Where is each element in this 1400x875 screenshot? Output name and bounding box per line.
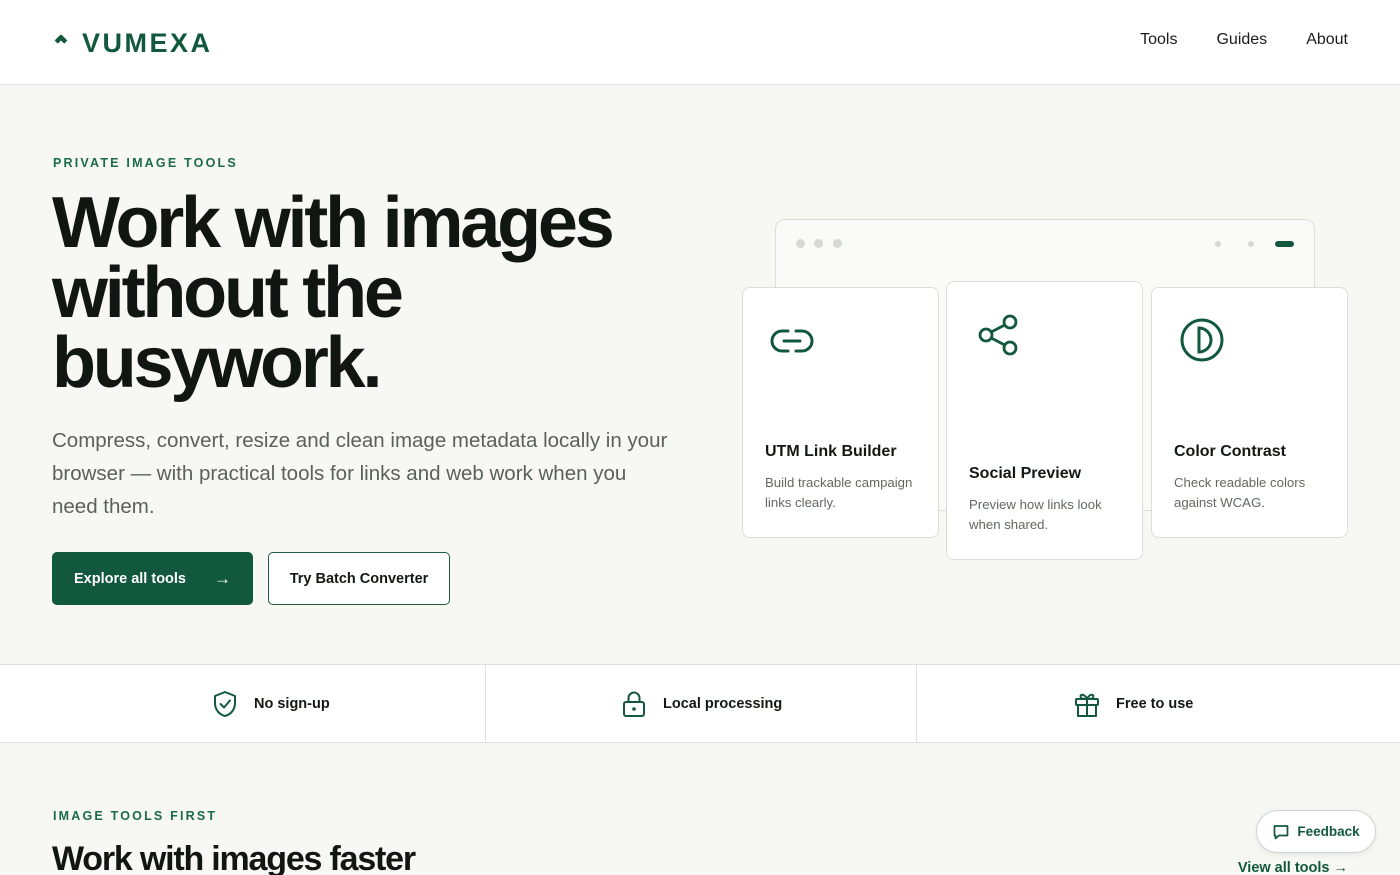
feature-label: No sign-up: [254, 695, 330, 712]
card-description: Check readable colors against WCAG.: [1174, 475, 1306, 510]
divider: [485, 665, 486, 742]
try-batch-converter-button[interactable]: Try Batch Converter: [268, 552, 450, 605]
main-nav: Tools Guides About: [1140, 31, 1348, 49]
gift-icon: [1075, 693, 1099, 717]
section-title: Work with images faster: [52, 840, 416, 875]
card-social-preview[interactable]: Social Preview Preview how links look wh…: [946, 281, 1143, 560]
feature-free-to-use: Free to use: [1074, 665, 1193, 742]
card-title: Social Preview: [969, 465, 1082, 482]
view-all-tools-link[interactable]: View all tools →: [1238, 860, 1348, 875]
carousel-dot-icon[interactable]: [1215, 241, 1221, 247]
diamond-logo-icon: [54, 34, 68, 48]
window-dot-icon: [796, 239, 805, 248]
feature-strip: No sign-up Local processing Free to use: [0, 664, 1400, 743]
nav-item-tools[interactable]: Tools: [1140, 31, 1177, 49]
nav-item-about[interactable]: About: [1306, 31, 1348, 49]
share-icon: [978, 314, 1018, 356]
explore-all-tools-button[interactable]: Explore all tools →: [52, 552, 253, 605]
feature-no-signup: No sign-up: [212, 665, 330, 742]
explore-all-tools-label: Explore all tools: [74, 570, 186, 587]
feedback-button[interactable]: Feedback: [1256, 810, 1376, 853]
contrast-icon: [1180, 318, 1224, 362]
feature-local-processing: Local processing: [621, 665, 782, 742]
carousel-dot-icon[interactable]: [1248, 241, 1254, 247]
shield-check-icon: [214, 690, 236, 717]
logo[interactable]: VUMEXA: [52, 28, 213, 59]
window-dot-icon: [833, 239, 842, 248]
nav-item-guides[interactable]: Guides: [1216, 31, 1267, 49]
card-utm-link-builder[interactable]: UTM Link Builder Build trackable campaig…: [742, 287, 939, 538]
card-title: Color Contrast: [1174, 443, 1286, 460]
card-color-contrast[interactable]: Color Contrast Check readable colors aga…: [1151, 287, 1348, 538]
card-description: Build trackable campaign links clearly.: [765, 475, 913, 510]
section-eyebrow: IMAGE TOOLS FIRST: [53, 809, 218, 823]
try-batch-converter-label: Try Batch Converter: [289, 570, 429, 587]
hero-eyebrow: PRIVATE IMAGE TOOLS: [53, 156, 238, 170]
hero-subtitle: Compress, convert, resize and clean imag…: [52, 429, 668, 518]
chat-icon: [1274, 824, 1289, 839]
arrow-right-icon: →: [214, 568, 231, 588]
feedback-label: Feedback: [1297, 824, 1360, 839]
card-title: UTM Link Builder: [765, 443, 897, 460]
divider: [916, 665, 917, 742]
top-bar: VUMEXA Tools Guides About: [0, 0, 1400, 85]
lock-icon: [623, 691, 645, 717]
feature-label: Local processing: [663, 695, 783, 712]
card-description: Preview how links look when shared.: [969, 497, 1102, 532]
link-icon: [770, 329, 814, 353]
carousel-active-indicator[interactable]: [1275, 241, 1294, 247]
hero-title: Work with images without the busywork.: [52, 183, 615, 403]
feature-label: Free to use: [1116, 695, 1194, 712]
window-dot-icon: [814, 239, 823, 248]
brand-name: VUMEXA: [82, 28, 213, 58]
